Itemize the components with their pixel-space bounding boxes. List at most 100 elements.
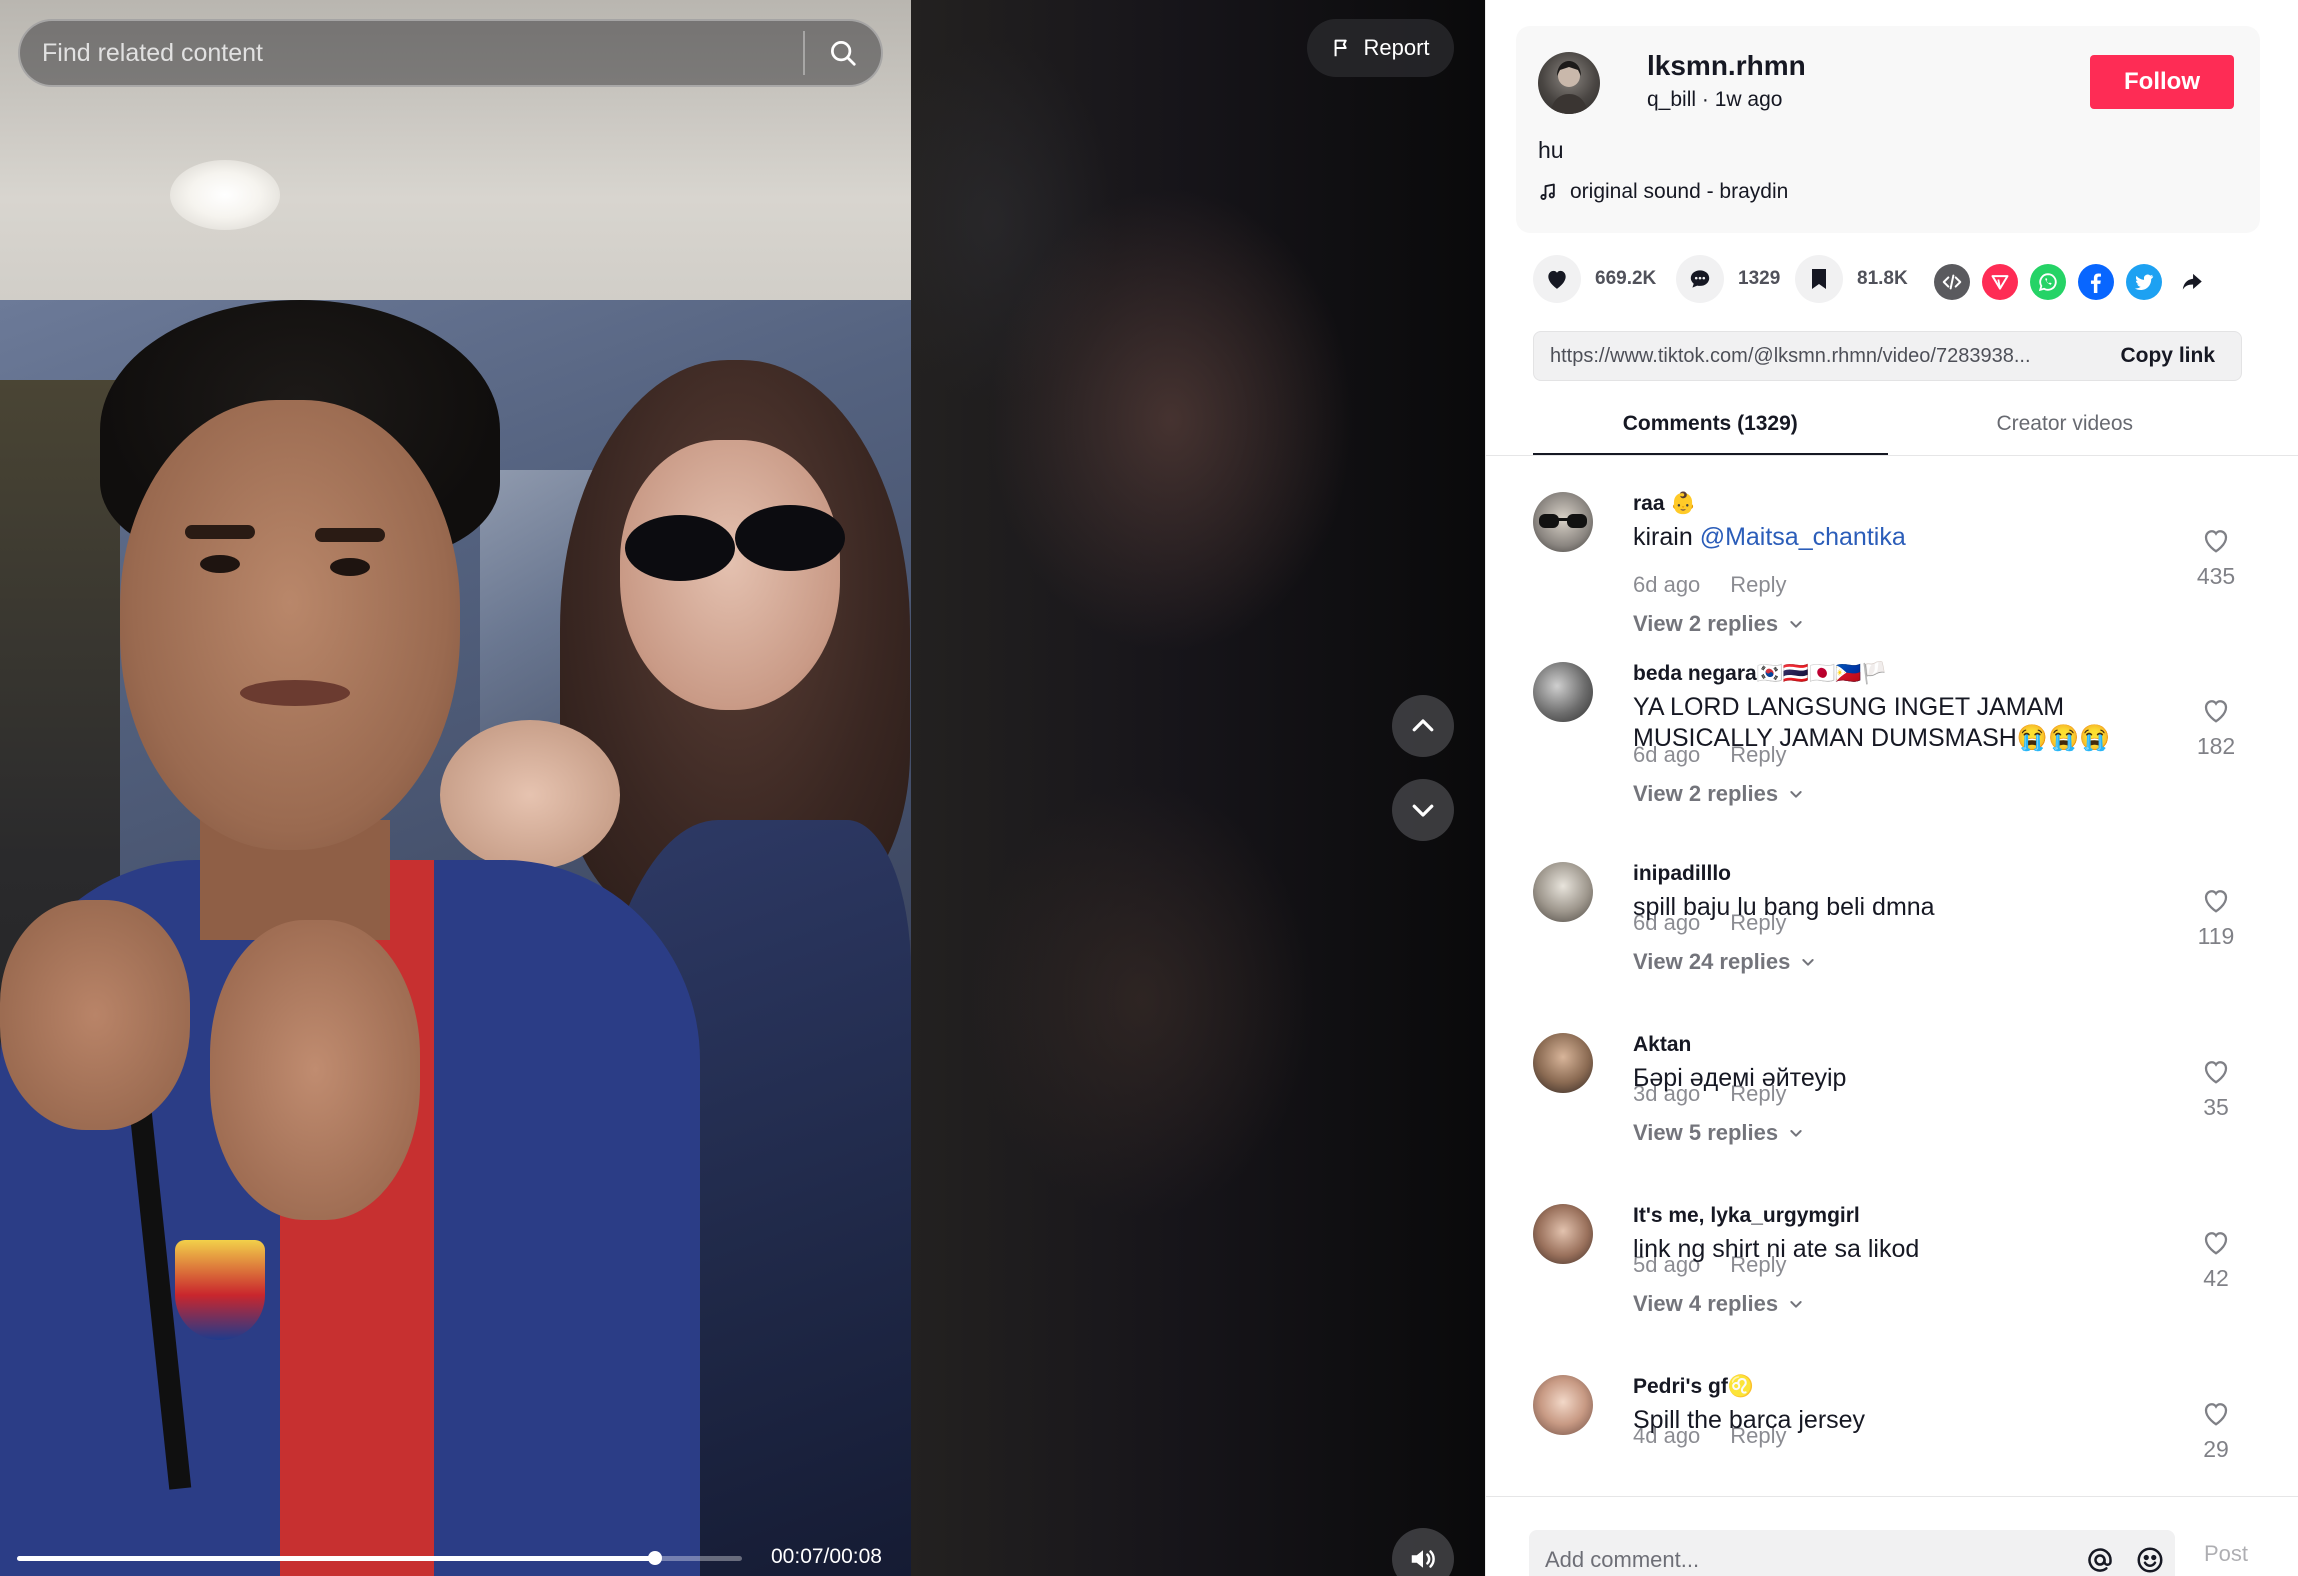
comment-avatar[interactable] bbox=[1533, 1375, 1593, 1435]
comment-age: 5d ago bbox=[1633, 1252, 1701, 1277]
reply-button[interactable]: Reply bbox=[1730, 1423, 1786, 1448]
comment-age: 3d ago bbox=[1633, 1081, 1701, 1106]
like-button[interactable] bbox=[1533, 255, 1581, 303]
reply-button[interactable]: Reply bbox=[1730, 1252, 1786, 1277]
follow-button[interactable]: Follow bbox=[2090, 55, 2234, 109]
video-person-1-hand-left bbox=[0, 900, 190, 1130]
author-username[interactable]: lksmn.rhmn bbox=[1647, 50, 1806, 82]
progress-fill bbox=[17, 1556, 655, 1561]
video-person-1-eye-right bbox=[330, 558, 370, 576]
view-replies-label: View 4 replies bbox=[1633, 1291, 1779, 1316]
author-avatar[interactable] bbox=[1538, 52, 1600, 114]
comment-age: 6d ago bbox=[1633, 742, 1701, 767]
comment-meta: 3d ago Reply bbox=[1633, 1081, 1787, 1107]
comment-text-plain: kirain bbox=[1633, 523, 1700, 551]
send-to-friends-icon bbox=[1991, 275, 2009, 290]
comment-composer: Post bbox=[1486, 1496, 2298, 1576]
search-button[interactable] bbox=[805, 21, 881, 85]
mention-button[interactable] bbox=[2075, 1535, 2125, 1576]
comment-like-button[interactable]: 29 bbox=[2178, 1399, 2254, 1463]
reply-button[interactable]: Reply bbox=[1730, 572, 1786, 597]
comment-list[interactable]: raa 👶 kirain @Maitsa_chantika 6d ago Repl… bbox=[1486, 456, 2298, 1496]
comment-like-count: 182 bbox=[2196, 733, 2236, 759]
comment-input[interactable] bbox=[1529, 1530, 2075, 1576]
comment-age: 4d ago bbox=[1633, 1423, 1701, 1448]
comment-like-button[interactable]: 119 bbox=[2178, 886, 2254, 950]
previous-video-button[interactable] bbox=[1392, 695, 1454, 757]
comment-avatar[interactable] bbox=[1533, 492, 1593, 552]
whatsapp-button[interactable] bbox=[2030, 264, 2066, 300]
comment-like-count: 35 bbox=[2203, 1094, 2229, 1120]
next-video-button[interactable] bbox=[1392, 779, 1454, 841]
comment-avatar[interactable] bbox=[1533, 1204, 1593, 1264]
save-button[interactable] bbox=[1795, 255, 1843, 303]
like-action[interactable]: 669.2K bbox=[1533, 255, 1656, 303]
tab-comments[interactable]: Comments (1329) bbox=[1533, 404, 1888, 456]
heart-outline-icon bbox=[2204, 890, 2228, 913]
twitter-icon bbox=[2134, 274, 2154, 290]
view-replies-button[interactable]: View 4 replies bbox=[1633, 1291, 1804, 1317]
progress-bar[interactable] bbox=[17, 1551, 742, 1565]
comment-avatar[interactable] bbox=[1533, 1033, 1593, 1093]
chevron-down-icon bbox=[1790, 621, 1802, 628]
comment-action[interactable]: 1329 bbox=[1676, 255, 1780, 303]
author-nickname: q_bill bbox=[1647, 88, 1697, 111]
heart-outline-icon bbox=[2204, 530, 2228, 553]
reply-button[interactable]: Reply bbox=[1730, 742, 1786, 767]
panel-tabs: Comments (1329) Creator videos bbox=[1533, 404, 2242, 456]
comment-like-button[interactable]: 182 bbox=[2178, 696, 2254, 760]
comment-like-button[interactable]: 435 bbox=[2178, 526, 2254, 590]
view-replies-button[interactable]: View 2 replies bbox=[1633, 781, 1804, 807]
facebook-icon bbox=[2090, 273, 2101, 293]
avatar-silhouette bbox=[1550, 61, 1588, 114]
comment-avatar[interactable] bbox=[1533, 662, 1593, 722]
comment-input-box bbox=[1529, 1530, 2175, 1576]
comment-count: 1329 bbox=[1738, 268, 1781, 289]
post-comment-button[interactable]: Post bbox=[2204, 1541, 2248, 1567]
video-info-card: lksmn.rhmn q_bill · 1w ago Follow hu ori… bbox=[1516, 26, 2260, 233]
comment-username[interactable]: beda negara🇰🇷🇹🇭🇯🇵🇵🇭🏳️ bbox=[1633, 662, 1887, 686]
video-person-1-brow-right bbox=[315, 528, 385, 542]
comment-username[interactable]: Pedri's gf♌ bbox=[1633, 1375, 1754, 1399]
report-button[interactable]: Report bbox=[1307, 19, 1454, 77]
comment-mention-link[interactable]: @Maitsa_chantika bbox=[1700, 523, 1906, 551]
video-jersey-crest bbox=[175, 1240, 265, 1340]
video-link-url[interactable]: https://www.tiktok.com/@lksmn.rhmn/video… bbox=[1534, 345, 2104, 368]
chevron-up-icon bbox=[1412, 719, 1434, 732]
video-link-box: https://www.tiktok.com/@lksmn.rhmn/video… bbox=[1533, 331, 2242, 381]
comment-username[interactable]: It's me, lyka_urgymgirl bbox=[1633, 1204, 1860, 1228]
comment-button[interactable] bbox=[1676, 255, 1724, 303]
reply-button[interactable]: Reply bbox=[1730, 1081, 1786, 1106]
view-replies-button[interactable]: View 24 replies bbox=[1633, 949, 1816, 975]
view-replies-button[interactable]: View 2 replies bbox=[1633, 611, 1804, 637]
comment-username[interactable]: raa 👶 bbox=[1633, 492, 1697, 516]
comment-like-button[interactable]: 42 bbox=[2178, 1228, 2254, 1292]
view-replies-button[interactable]: View 5 replies bbox=[1633, 1120, 1804, 1146]
copy-link-button[interactable]: Copy link bbox=[2104, 344, 2241, 368]
video-player[interactable] bbox=[0, 0, 911, 1576]
report-label: Report bbox=[1363, 35, 1430, 60]
twitter-button[interactable] bbox=[2126, 264, 2162, 300]
reply-button[interactable]: Reply bbox=[1730, 910, 1786, 935]
view-replies-label: View 5 replies bbox=[1633, 1120, 1779, 1145]
search-input[interactable] bbox=[20, 21, 803, 85]
search-bar bbox=[18, 19, 883, 87]
comment-avatar[interactable] bbox=[1533, 862, 1593, 922]
video-person-1-hand-right bbox=[210, 920, 420, 1220]
more-share-button[interactable] bbox=[2174, 264, 2210, 300]
comment-like-button[interactable]: 35 bbox=[2178, 1057, 2254, 1121]
send-to-friends-button[interactable] bbox=[1982, 264, 2018, 300]
comment-username[interactable]: inipadilllo bbox=[1633, 862, 1731, 886]
comment-username[interactable]: Aktan bbox=[1633, 1033, 1691, 1057]
tab-creator-videos[interactable]: Creator videos bbox=[1888, 404, 2243, 456]
save-action[interactable]: 81.8K bbox=[1795, 255, 1908, 303]
emoji-icon bbox=[2137, 1547, 2163, 1573]
embed-button[interactable] bbox=[1934, 264, 1970, 300]
embed-icon bbox=[1942, 274, 1962, 290]
facebook-button[interactable] bbox=[2078, 264, 2114, 300]
emoji-button[interactable] bbox=[2125, 1535, 2175, 1576]
music-link[interactable]: original sound - braydin bbox=[1538, 180, 1788, 204]
progress-thumb[interactable] bbox=[648, 1551, 662, 1565]
side-panel: lksmn.rhmn q_bill · 1w ago Follow hu ori… bbox=[1485, 0, 2298, 1576]
search-icon bbox=[831, 41, 856, 66]
